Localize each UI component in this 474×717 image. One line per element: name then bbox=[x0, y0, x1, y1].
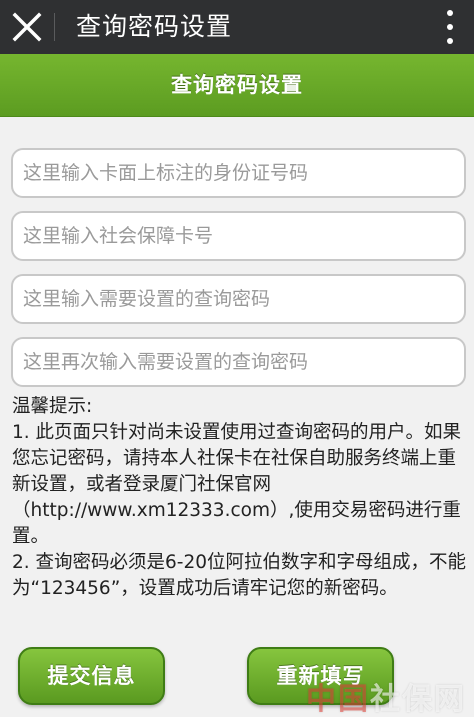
submit-button[interactable]: 提交信息 bbox=[18, 647, 165, 705]
more-options-button[interactable] bbox=[428, 0, 474, 54]
id-card-number-input[interactable] bbox=[11, 148, 466, 198]
page-title: 查询密码设置 bbox=[171, 73, 303, 97]
screen: 查询密码设置 查询密码设置 温馨提示: 1. 此页面只针对尚未设置使用过查询密码… bbox=[0, 0, 474, 717]
close-button[interactable] bbox=[0, 0, 54, 54]
social-security-card-input[interactable] bbox=[11, 211, 466, 261]
query-password-input[interactable] bbox=[11, 274, 466, 324]
titlebar-divider bbox=[54, 13, 55, 41]
tips-section: 温馨提示: 1. 此页面只针对尚未设置使用过查询密码的用户。如果您忘记密码，请持… bbox=[12, 394, 467, 602]
query-password-confirm-input[interactable] bbox=[11, 337, 466, 387]
titlebar: 查询密码设置 bbox=[0, 0, 474, 54]
tips-item-1: 1. 此页面只针对尚未设置使用过查询密码的用户。如果您忘记密码，请持本人社保卡在… bbox=[12, 422, 462, 547]
watermark: 中国社保网 bbox=[306, 674, 466, 717]
page-header: 查询密码设置 bbox=[0, 54, 474, 117]
watermark-suffix: 社保网 bbox=[370, 682, 466, 717]
watermark-prefix: 中国 bbox=[306, 682, 370, 717]
window-title: 查询密码设置 bbox=[76, 12, 233, 41]
tips-item-2: 2. 查询密码必须是6-20位阿拉伯数字和字母组成，不能为“123456”，设置… bbox=[12, 552, 467, 599]
close-icon bbox=[12, 12, 42, 42]
tips-heading: 温馨提示: bbox=[12, 396, 93, 417]
